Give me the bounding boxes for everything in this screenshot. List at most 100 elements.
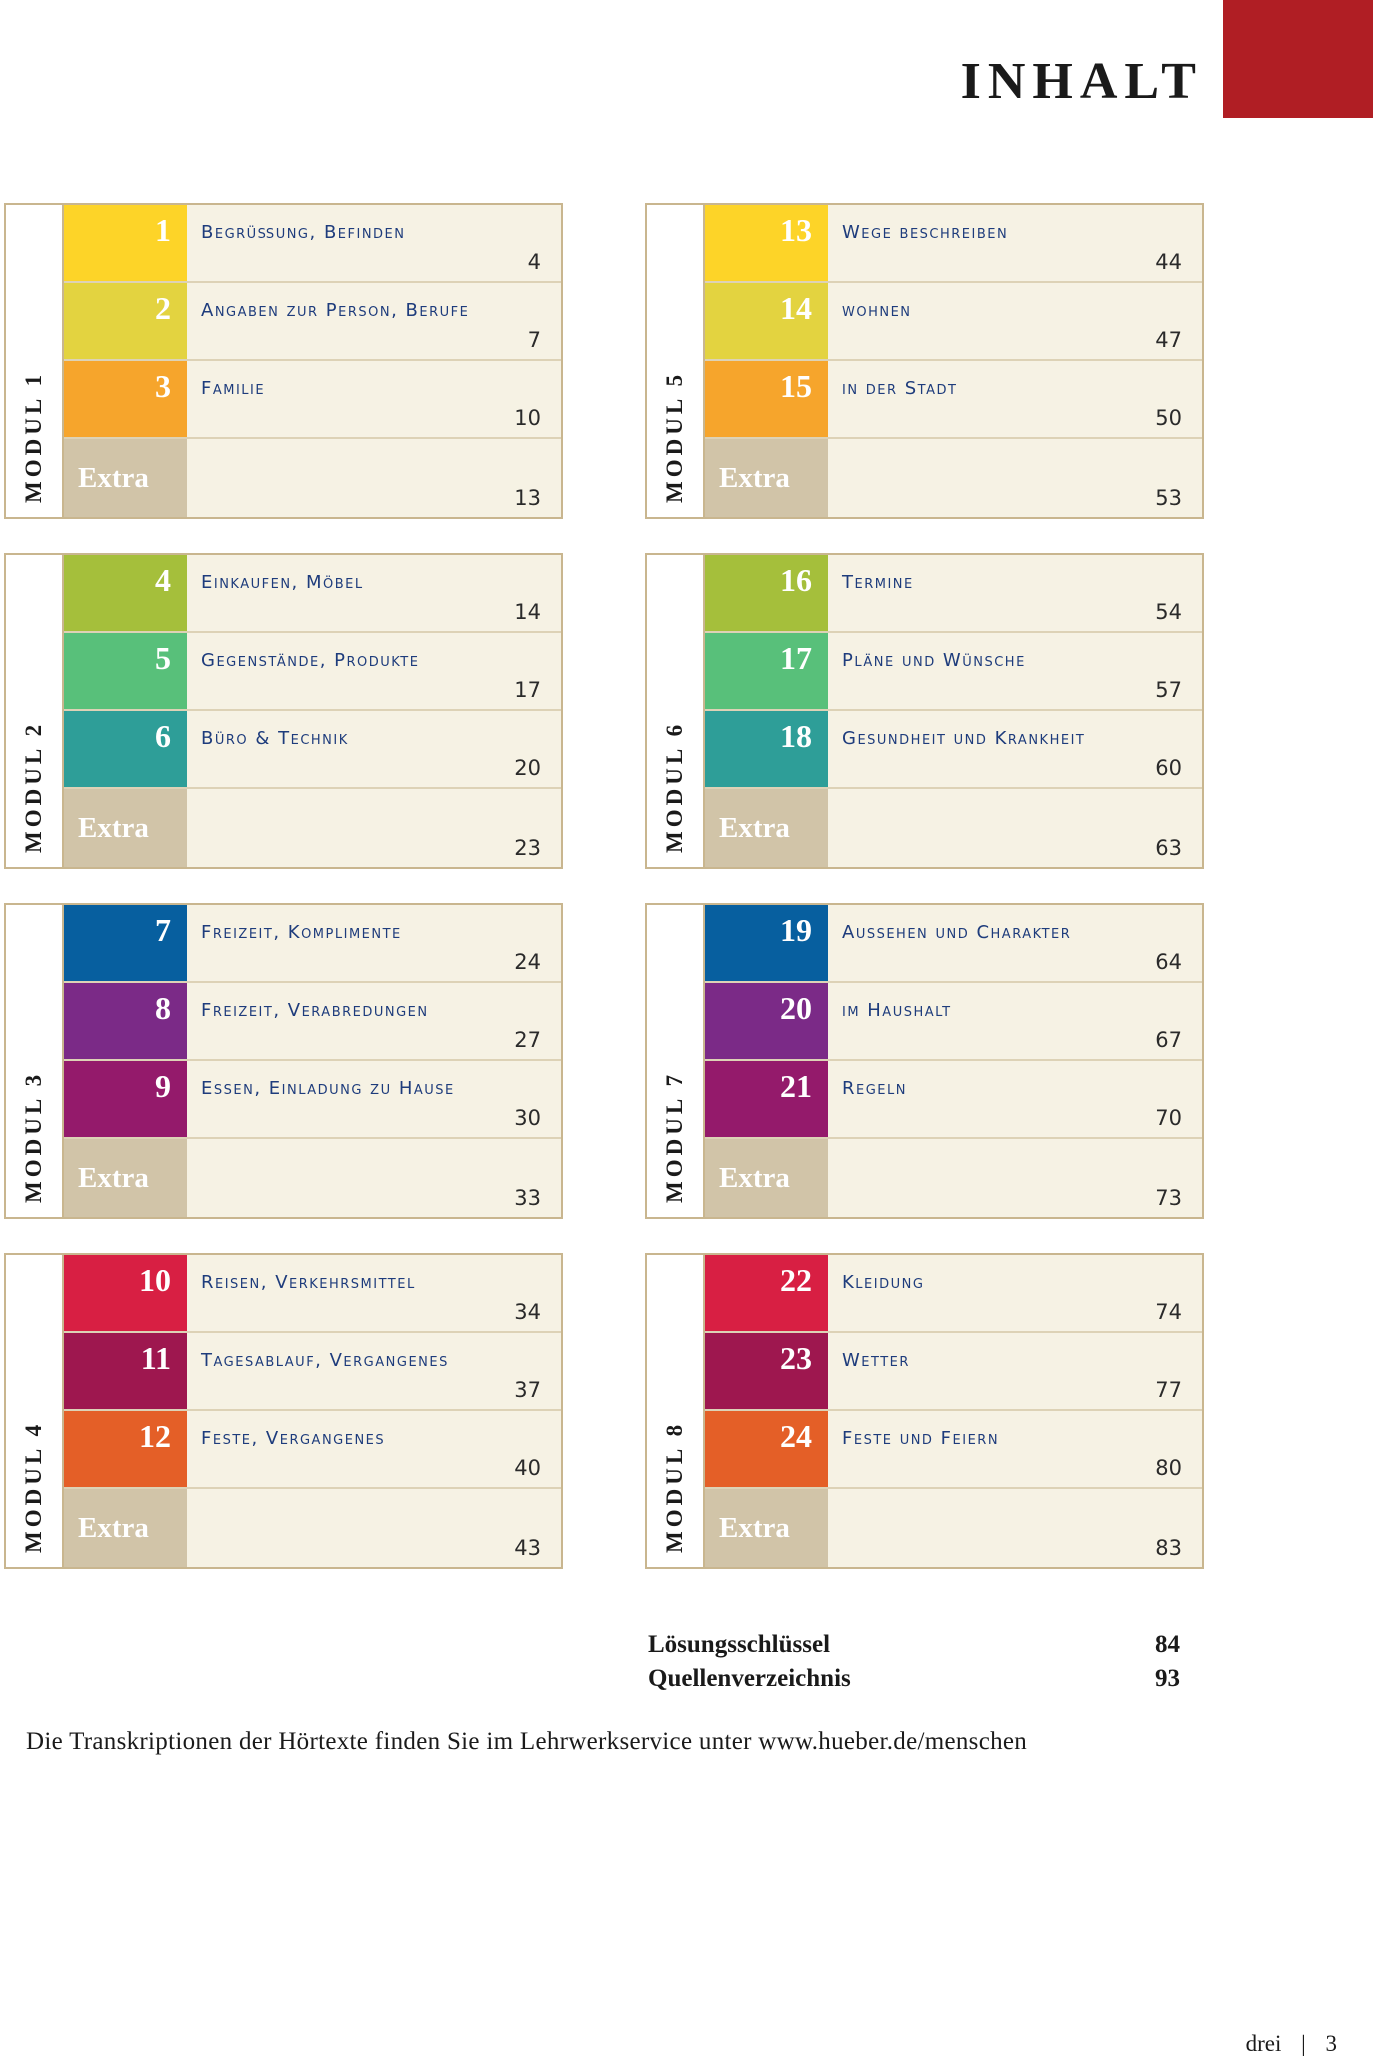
lesson-row[interactable]: 21 Regeln 70 bbox=[705, 1061, 1202, 1139]
folio: drei | 3 bbox=[1246, 2030, 1337, 2058]
lesson-number: Extra bbox=[705, 789, 828, 867]
module-4: MODUL 4 10 Reisen, Verkehrsmittel 34 11 Tages… bbox=[4, 1253, 563, 1569]
lesson-number: 24 bbox=[705, 1411, 828, 1487]
lesson-row[interactable]: 22 Kleidung 74 bbox=[705, 1255, 1202, 1333]
lesson-page: 13 bbox=[514, 486, 541, 510]
lesson-row[interactable]: 12 Feste, Vergangenes 40 bbox=[64, 1411, 561, 1489]
module-label-text: MODUL 5 bbox=[662, 370, 687, 503]
lesson-list: 1 Begrüßung, Befinden 4 2 Angaben zur Person… bbox=[64, 205, 561, 517]
lesson-page: 74 bbox=[1155, 1300, 1182, 1324]
lesson-number: 14 bbox=[705, 283, 828, 359]
lesson-page: 54 bbox=[1155, 600, 1182, 624]
lesson-number: Extra bbox=[64, 1139, 187, 1217]
extra-row[interactable]: Extra 83 bbox=[705, 1489, 1202, 1567]
lesson-row[interactable]: 10 Reisen, Verkehrsmittel 34 bbox=[64, 1255, 561, 1333]
extra-row[interactable]: Extra 63 bbox=[705, 789, 1202, 867]
lesson-number: 16 bbox=[705, 555, 828, 631]
lesson-page: 33 bbox=[514, 1186, 541, 1210]
lesson-number: 10 bbox=[64, 1255, 187, 1331]
lesson-page: 57 bbox=[1155, 678, 1182, 702]
module-label: MODUL 4 bbox=[6, 1255, 64, 1567]
module-label: MODUL 3 bbox=[6, 905, 64, 1217]
lesson-topic: Wetter bbox=[842, 1350, 910, 1371]
lesson-page: 34 bbox=[514, 1300, 541, 1324]
lesson-row[interactable]: 18 Gesundheit und Krankheit 60 bbox=[705, 711, 1202, 789]
lesson-page: 30 bbox=[514, 1106, 541, 1130]
lesson-number: 22 bbox=[705, 1255, 828, 1331]
lesson-page: 77 bbox=[1155, 1378, 1182, 1402]
lesson-row[interactable]: 16 Termine 54 bbox=[705, 555, 1202, 633]
extra-row[interactable]: Extra 53 bbox=[705, 439, 1202, 517]
extra-row[interactable]: Extra 43 bbox=[64, 1489, 561, 1567]
extra-label: Lösungsschlüssel bbox=[648, 1631, 831, 1658]
lesson-page: 63 bbox=[1155, 836, 1182, 860]
lesson-row[interactable]: 2 Angaben zur Person, Berufe 7 bbox=[64, 283, 561, 361]
lesson-row[interactable]: 23 Wetter 77 bbox=[705, 1333, 1202, 1411]
lesson-row[interactable]: 17 Pläne und Wünsche 57 bbox=[705, 633, 1202, 711]
lesson-row[interactable]: 20 im Haushalt 67 bbox=[705, 983, 1202, 1061]
lesson-topic: wohnen bbox=[842, 300, 912, 321]
lesson-page: 47 bbox=[1155, 328, 1182, 352]
module-label: MODUL 1 bbox=[6, 205, 64, 517]
lesson-list: 13 Wege beschreiben 44 14 wohnen 47 15 in der S… bbox=[705, 205, 1202, 517]
extra-label: Quellenverzeichnis bbox=[648, 1665, 851, 1692]
extra-sections: Lösungsschlüssel 84 Quellenverzeichnis 9… bbox=[648, 1628, 1180, 1696]
lesson-row[interactable]: 15 in der Stadt 50 bbox=[705, 361, 1202, 439]
lesson-page: 73 bbox=[1155, 1186, 1182, 1210]
lesson-number: 13 bbox=[705, 205, 828, 281]
extra-sources[interactable]: Quellenverzeichnis 93 bbox=[648, 1662, 1180, 1696]
module-6: MODUL 6 16 Termine 54 17 Pläne und Wünsche 57 1… bbox=[645, 553, 1204, 869]
lesson-topic: Begrüßung, Befinden bbox=[201, 222, 406, 243]
lesson-row[interactable]: 13 Wege beschreiben 44 bbox=[705, 205, 1202, 283]
lesson-number: 9 bbox=[64, 1061, 187, 1137]
lesson-number: 5 bbox=[64, 633, 187, 709]
lesson-page: 10 bbox=[514, 406, 541, 430]
lesson-number: 21 bbox=[705, 1061, 828, 1137]
lesson-topic: Gegenstände, Produkte bbox=[201, 650, 420, 671]
extra-row[interactable]: Extra 23 bbox=[64, 789, 561, 867]
lesson-number: 8 bbox=[64, 983, 187, 1059]
lesson-number: Extra bbox=[64, 789, 187, 867]
lesson-row[interactable]: 9 Essen, Einladung zu Hause 30 bbox=[64, 1061, 561, 1139]
lesson-page: 20 bbox=[514, 756, 541, 780]
lesson-topic: Wege beschreiben bbox=[842, 222, 1009, 243]
lesson-number: 2 bbox=[64, 283, 187, 359]
extra-row[interactable]: Extra 33 bbox=[64, 1139, 561, 1217]
lesson-page: 64 bbox=[1155, 950, 1182, 974]
lesson-list: 22 Kleidung 74 23 Wetter 77 24 Feste und Feiern… bbox=[705, 1255, 1202, 1567]
lesson-page: 37 bbox=[514, 1378, 541, 1402]
lesson-number: Extra bbox=[705, 1139, 828, 1217]
module-8: MODUL 8 22 Kleidung 74 23 Wetter 77 24 Feste und… bbox=[645, 1253, 1204, 1569]
lesson-row[interactable]: 5 Gegenstände, Produkte 17 bbox=[64, 633, 561, 711]
module-2: MODUL 2 4 Einkaufen, Möbel 14 5 Gegenstände, … bbox=[4, 553, 563, 869]
lesson-row[interactable]: 14 wohnen 47 bbox=[705, 283, 1202, 361]
header-color-block bbox=[1223, 0, 1373, 118]
lesson-row[interactable]: 7 Freizeit, Komplimente 24 bbox=[64, 905, 561, 983]
module-7: MODUL 7 19 Aussehen und Charakter 64 20 im Ha… bbox=[645, 903, 1204, 1219]
lesson-row[interactable]: 3 Familie 10 bbox=[64, 361, 561, 439]
lesson-number: 1 bbox=[64, 205, 187, 281]
lesson-row[interactable]: 8 Freizeit, Verabredungen 27 bbox=[64, 983, 561, 1061]
lesson-topic: Regeln bbox=[842, 1078, 907, 1099]
lesson-row[interactable]: 1 Begrüßung, Befinden 4 bbox=[64, 205, 561, 283]
lesson-row[interactable]: 24 Feste und Feiern 80 bbox=[705, 1411, 1202, 1489]
lesson-topic: in der Stadt bbox=[842, 378, 958, 399]
lesson-number: 11 bbox=[64, 1333, 187, 1409]
lesson-page: 80 bbox=[1155, 1456, 1182, 1480]
extra-row[interactable]: Extra 13 bbox=[64, 439, 561, 517]
lesson-topic: Büro & Technik bbox=[201, 728, 349, 749]
lesson-row[interactable]: 11 Tagesablauf, Vergangenes 37 bbox=[64, 1333, 561, 1411]
lesson-row[interactable]: 19 Aussehen und Charakter 64 bbox=[705, 905, 1202, 983]
lesson-row[interactable]: 6 Büro & Technik 20 bbox=[64, 711, 561, 789]
extra-solutions[interactable]: Lösungsschlüssel 84 bbox=[648, 1628, 1180, 1662]
lesson-page: 24 bbox=[514, 950, 541, 974]
lesson-number: Extra bbox=[64, 1489, 187, 1567]
lesson-topic: Gesundheit und Krankheit bbox=[842, 728, 1086, 749]
lesson-number: 23 bbox=[705, 1333, 828, 1409]
lesson-number: 20 bbox=[705, 983, 828, 1059]
extra-row[interactable]: Extra 73 bbox=[705, 1139, 1202, 1217]
lesson-row[interactable]: 4 Einkaufen, Möbel 14 bbox=[64, 555, 561, 633]
lesson-topic: Aussehen und Charakter bbox=[842, 922, 1072, 943]
lesson-page: 27 bbox=[514, 1028, 541, 1052]
module-label: MODUL 7 bbox=[647, 905, 705, 1217]
